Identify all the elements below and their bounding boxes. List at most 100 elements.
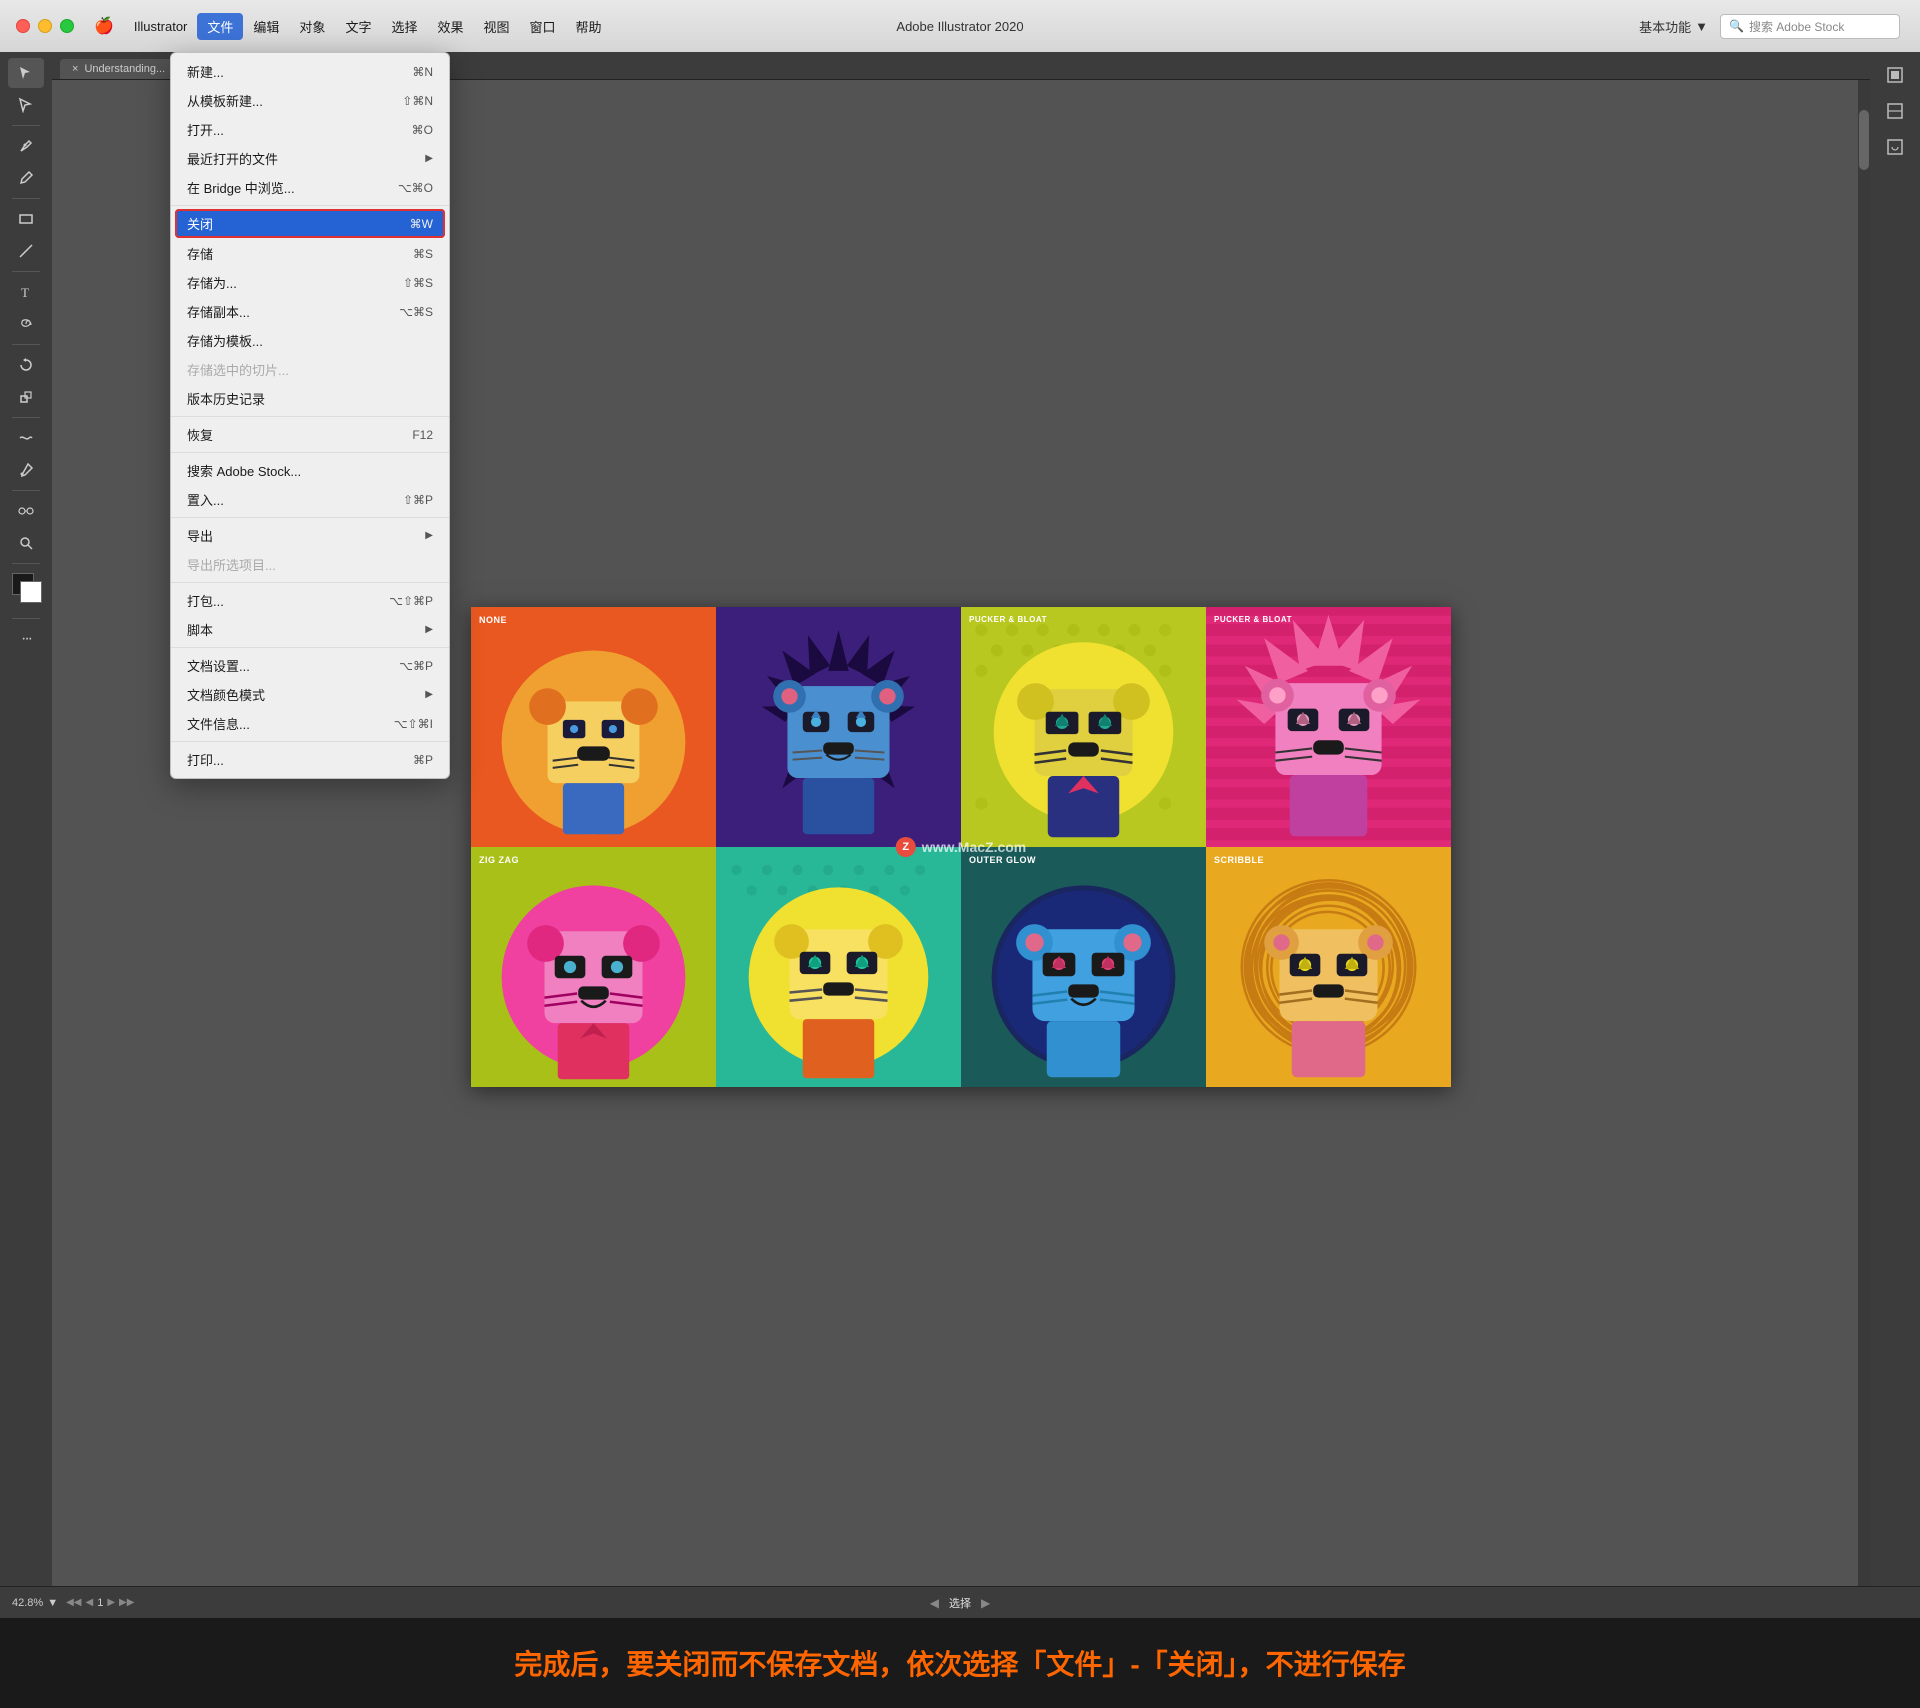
menu-place-shortcut: ⇧⌘P	[403, 493, 433, 507]
canvas-scrollbar[interactable]	[1858, 80, 1870, 1586]
menu-open[interactable]: 打开... ⌘O	[171, 115, 449, 144]
menu-save-slices-label: 存储选中的切片...	[187, 360, 289, 379]
rotate-tool[interactable]	[8, 350, 44, 380]
doc-tab-close[interactable]: ×	[72, 63, 78, 75]
menu-place[interactable]: 置入... ⇧⌘P	[171, 485, 449, 514]
menu-export-selected: 导出所选项目...	[171, 550, 449, 579]
menu-new[interactable]: 新建... ⌘N	[171, 57, 449, 86]
menu-object[interactable]: 对象	[289, 13, 335, 40]
menu-print[interactable]: 打印... ⌘P	[171, 745, 449, 774]
menu-close[interactable]: 关闭 ⌘W	[175, 209, 445, 238]
lion-cell-scribble: SCRIBBLE	[1206, 847, 1451, 1087]
menu-new-template[interactable]: 从模板新建... ⇧⌘N	[171, 86, 449, 115]
minimize-button[interactable]	[38, 19, 52, 33]
menu-text[interactable]: 文字	[335, 13, 381, 40]
nav-prev-button[interactable]: ◀	[85, 1597, 93, 1608]
zoom-control[interactable]: 42.8% ▼	[12, 1597, 58, 1609]
menu-export-selected-label: 导出所选项目...	[187, 555, 276, 574]
menu-save-as[interactable]: 存储为... ⇧⌘S	[171, 268, 449, 297]
menu-place-label: 置入...	[187, 490, 224, 509]
stock-search[interactable]: 🔍 搜索 Adobe Stock	[1720, 14, 1900, 39]
menu-new-template-shortcut: ⇧⌘N	[402, 94, 433, 108]
warp-tool[interactable]	[8, 423, 44, 453]
menu-search-stock[interactable]: 搜索 Adobe Stock...	[171, 456, 449, 485]
cell-label-pucker1: PUCKER & BLOAT	[969, 615, 1047, 624]
panel-btn-2[interactable]	[1878, 96, 1912, 126]
menu-new-shortcut: ⌘N	[412, 65, 433, 79]
blend-tool[interactable]	[8, 496, 44, 526]
menu-package[interactable]: 打包... ⌥⇧⌘P	[171, 586, 449, 615]
line-tool[interactable]	[8, 236, 44, 266]
cell-label-scribble: SCRIBBLE	[1214, 855, 1264, 865]
more-tools[interactable]: ···	[8, 624, 44, 654]
menu-illustrator[interactable]: Illustrator	[124, 15, 197, 38]
menu-close-shortcut: ⌘W	[410, 217, 433, 231]
scale-tool[interactable]	[8, 382, 44, 412]
eyedropper-tool[interactable]	[8, 455, 44, 485]
lion-svg-pucker1	[961, 607, 1206, 847]
menu-file-info[interactable]: 文件信息... ⌥⇧⌘I	[171, 709, 449, 738]
pen-tool[interactable]	[8, 131, 44, 161]
pencil-tool[interactable]	[8, 163, 44, 193]
doc-tab-1[interactable]: × Understanding...	[60, 59, 177, 79]
menu-save-as-shortcut: ⇧⌘S	[403, 276, 433, 290]
close-button[interactable]	[16, 19, 30, 33]
menu-save-as-label: 存储为...	[187, 273, 237, 292]
menu-color-mode[interactable]: 文档颜色模式 ▶	[171, 680, 449, 709]
text-tool[interactable]: T	[8, 277, 44, 307]
menu-save-copy[interactable]: 存储副本... ⌥⌘S	[171, 297, 449, 326]
toolbar-separator-2	[12, 198, 40, 199]
spiral-tool[interactable]	[8, 309, 44, 339]
menu-help[interactable]: 帮助	[566, 13, 612, 40]
menu-view[interactable]: 视图	[473, 13, 519, 40]
canvas-nav-arrows: ◀ 选择 ▶	[930, 1595, 990, 1611]
menu-file[interactable]: 文件	[197, 13, 243, 40]
nav-first-button[interactable]: ◀◀	[66, 1597, 81, 1608]
toolbar-separator-8	[12, 618, 40, 619]
menu-file-info-label: 文件信息...	[187, 714, 250, 733]
scrollbar-thumb[interactable]	[1859, 110, 1869, 170]
statusbar: 42.8% ▼ ◀◀ ◀ 1 ▶ ▶▶ 选择 ◀ 选择 ▶	[0, 1586, 1920, 1618]
panel-btn-1[interactable]	[1878, 60, 1912, 90]
canvas-nav-right[interactable]: ▶	[981, 1596, 990, 1610]
direct-select-tool[interactable]	[8, 90, 44, 120]
menu-select[interactable]: 选择	[381, 13, 427, 40]
canvas-nav-left[interactable]: ◀	[930, 1596, 939, 1610]
menu-version-history[interactable]: 版本历史记录	[171, 384, 449, 413]
menu-export[interactable]: 导出 ▶	[171, 521, 449, 550]
nav-last-button[interactable]: ▶▶	[119, 1597, 134, 1608]
menu-effect[interactable]: 效果	[427, 13, 473, 40]
menu-save-template[interactable]: 存储为模板...	[171, 326, 449, 355]
menu-export-arrow: ▶	[425, 530, 433, 541]
menu-save-slices: 存储选中的切片...	[171, 355, 449, 384]
svg-text:T: T	[21, 285, 29, 300]
rectangle-tool[interactable]	[8, 204, 44, 234]
select-tool[interactable]	[8, 58, 44, 88]
separator-3	[171, 452, 449, 453]
menu-window[interactable]: 窗口	[520, 13, 566, 40]
menu-print-shortcut: ⌘P	[413, 753, 433, 767]
doc-tab-name: Understanding...	[84, 63, 165, 75]
menu-recent[interactable]: 最近打开的文件 ▶	[171, 144, 449, 173]
menu-revert[interactable]: 恢复 F12	[171, 420, 449, 449]
lion-svg-pucker2	[1206, 607, 1451, 847]
zoom-tool[interactable]	[8, 528, 44, 558]
color-swatches[interactable]	[8, 573, 44, 609]
maximize-button[interactable]	[60, 19, 74, 33]
menu-doc-settings[interactable]: 文档设置... ⌥⌘P	[171, 651, 449, 680]
panel-btn-3[interactable]	[1878, 132, 1912, 162]
cell-label-pucker2: PUCKER & BLOAT	[1214, 615, 1292, 624]
menu-edit[interactable]: 编辑	[243, 13, 289, 40]
menu-bridge[interactable]: 在 Bridge 中浏览... ⌥⌘O	[171, 173, 449, 202]
toolbar-separator-5	[12, 417, 40, 418]
menu-scripts[interactable]: 脚本 ▶	[171, 615, 449, 644]
menu-bridge-label: 在 Bridge 中浏览...	[187, 178, 295, 197]
workspace-selector[interactable]: 基本功能 ▼	[1639, 17, 1708, 36]
menu-save[interactable]: 存储 ⌘S	[171, 239, 449, 268]
menu-scripts-arrow: ▶	[425, 624, 433, 635]
apple-menu[interactable]: 🍎	[94, 16, 114, 36]
watermark: Z www.MacZ.com	[896, 837, 1027, 857]
menu-bridge-shortcut: ⌥⌘O	[398, 181, 433, 195]
toolbar-separator-3	[12, 271, 40, 272]
nav-next-button[interactable]: ▶	[107, 1597, 115, 1608]
